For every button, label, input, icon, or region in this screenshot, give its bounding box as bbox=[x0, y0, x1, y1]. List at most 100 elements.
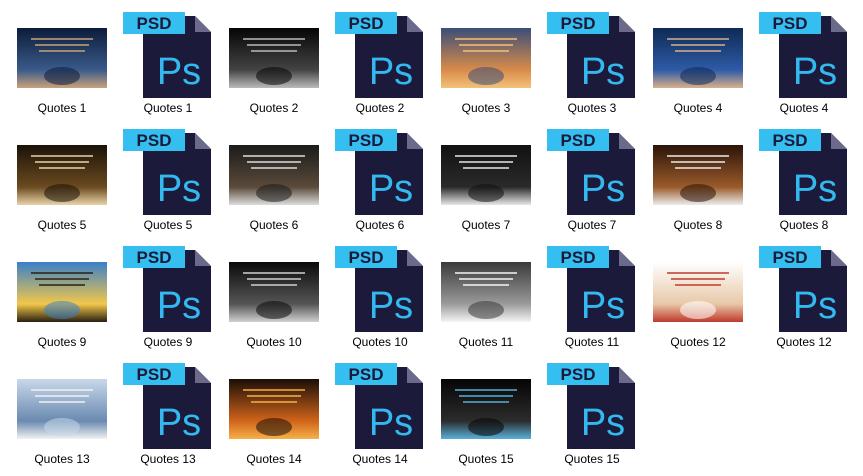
image-file-item[interactable]: Quotes 1 bbox=[9, 4, 115, 120]
photoshop-icon: PSD Ps bbox=[547, 363, 635, 449]
file-name-label: Quotes 14 bbox=[352, 452, 408, 466]
thumbnail-art bbox=[243, 155, 305, 202]
image-file-item[interactable]: Quotes 6 bbox=[221, 121, 327, 237]
image-thumbnail bbox=[221, 121, 327, 217]
psd-file-item[interactable]: PSD Ps Quotes 10 bbox=[327, 238, 433, 354]
image-file-item[interactable]: Quotes 8 bbox=[645, 121, 751, 237]
file-name-label: Quotes 11 bbox=[458, 335, 514, 349]
psd-badge-text: PSD bbox=[137, 365, 172, 384]
ps-logo-text: Ps bbox=[369, 402, 413, 444]
image-thumbnail bbox=[645, 121, 751, 217]
psd-badge-text: PSD bbox=[773, 248, 808, 267]
file-name-label: Quotes 8 bbox=[779, 218, 829, 232]
psd-file-item[interactable]: PSD Ps Quotes 3 bbox=[539, 4, 645, 120]
psd-file-item[interactable]: PSD Ps Quotes 12 bbox=[751, 238, 857, 354]
thumbnail-image bbox=[229, 28, 319, 88]
thumbnail-art bbox=[243, 38, 305, 85]
photoshop-icon: PSD Ps bbox=[547, 246, 635, 332]
psd-file-item[interactable]: PSD Ps Quotes 15 bbox=[539, 355, 645, 471]
ps-logo-text: Ps bbox=[581, 168, 625, 210]
psd-badge-text: PSD bbox=[349, 248, 384, 267]
ps-logo-text: Ps bbox=[793, 168, 837, 210]
psd-file-item[interactable]: PSD Ps Quotes 7 bbox=[539, 121, 645, 237]
file-name-label: Quotes 11 bbox=[564, 335, 620, 349]
psd-file-icon: PSD Ps bbox=[751, 121, 857, 217]
thumbnail-art bbox=[31, 272, 93, 319]
photoshop-icon: PSD Ps bbox=[123, 12, 211, 98]
image-thumbnail bbox=[9, 355, 115, 451]
file-name-label: Quotes 10 bbox=[352, 335, 408, 349]
image-file-item[interactable]: Quotes 3 bbox=[433, 4, 539, 120]
thumbnail-art bbox=[243, 272, 305, 319]
ps-logo-text: Ps bbox=[581, 402, 625, 444]
ps-logo-text: Ps bbox=[157, 285, 201, 327]
psd-badge-text: PSD bbox=[561, 131, 596, 150]
image-file-item[interactable]: Quotes 10 bbox=[221, 238, 327, 354]
psd-file-item[interactable]: PSD Ps Quotes 6 bbox=[327, 121, 433, 237]
file-name-label: Quotes 5 bbox=[143, 218, 193, 232]
image-file-item[interactable]: Quotes 15 bbox=[433, 355, 539, 471]
thumbnail-image bbox=[17, 379, 107, 439]
image-file-item[interactable]: Quotes 2 bbox=[221, 4, 327, 120]
file-name-label: Quotes 2 bbox=[249, 101, 299, 115]
file-name-label: Quotes 13 bbox=[34, 452, 90, 466]
image-file-item[interactable]: Quotes 7 bbox=[433, 121, 539, 237]
thumbnail-art bbox=[31, 155, 93, 202]
file-name-label: Quotes 3 bbox=[567, 101, 617, 115]
ps-logo-text: Ps bbox=[793, 51, 837, 93]
psd-file-icon: PSD Ps bbox=[115, 121, 221, 217]
file-name-label: Quotes 8 bbox=[673, 218, 723, 232]
file-name-label: Quotes 9 bbox=[143, 335, 193, 349]
photoshop-icon: PSD Ps bbox=[335, 246, 423, 332]
psd-file-item[interactable]: PSD Ps Quotes 8 bbox=[751, 121, 857, 237]
psd-file-item[interactable]: PSD Ps Quotes 1 bbox=[115, 4, 221, 120]
image-thumbnail bbox=[433, 238, 539, 334]
thumbnail-image bbox=[441, 379, 531, 439]
file-name-label: Quotes 1 bbox=[143, 101, 193, 115]
psd-badge-text: PSD bbox=[561, 14, 596, 33]
psd-badge-text: PSD bbox=[349, 14, 384, 33]
thumbnail-image bbox=[17, 145, 107, 205]
image-file-item[interactable]: Quotes 11 bbox=[433, 238, 539, 354]
image-thumbnail bbox=[433, 4, 539, 100]
image-thumbnail bbox=[645, 4, 751, 100]
thumbnail-art bbox=[667, 38, 729, 85]
file-name-label: Quotes 1 bbox=[37, 101, 87, 115]
psd-file-icon: PSD Ps bbox=[539, 4, 645, 100]
file-name-label: Quotes 6 bbox=[249, 218, 299, 232]
image-file-item[interactable]: Quotes 12 bbox=[645, 238, 751, 354]
ps-logo-text: Ps bbox=[157, 402, 201, 444]
image-file-item[interactable]: Quotes 13 bbox=[9, 355, 115, 471]
thumbnail-image bbox=[653, 28, 743, 88]
file-name-label: Quotes 2 bbox=[355, 101, 405, 115]
ps-logo-text: Ps bbox=[581, 51, 625, 93]
image-thumbnail bbox=[9, 4, 115, 100]
image-thumbnail bbox=[645, 238, 751, 334]
thumbnail-art bbox=[243, 389, 305, 436]
image-file-item[interactable]: Quotes 5 bbox=[9, 121, 115, 237]
image-thumbnail bbox=[433, 355, 539, 451]
thumbnail-image bbox=[441, 28, 531, 88]
psd-file-item[interactable]: PSD Ps Quotes 14 bbox=[327, 355, 433, 471]
image-file-item[interactable]: Quotes 4 bbox=[645, 4, 751, 120]
psd-file-item[interactable]: PSD Ps Quotes 5 bbox=[115, 121, 221, 237]
psd-file-icon: PSD Ps bbox=[115, 4, 221, 100]
image-file-item[interactable]: Quotes 14 bbox=[221, 355, 327, 471]
ps-logo-text: Ps bbox=[157, 51, 201, 93]
psd-file-item[interactable]: PSD Ps Quotes 11 bbox=[539, 238, 645, 354]
psd-file-item[interactable]: PSD Ps Quotes 13 bbox=[115, 355, 221, 471]
image-thumbnail bbox=[9, 121, 115, 217]
ps-logo-text: Ps bbox=[157, 168, 201, 210]
photoshop-icon: PSD Ps bbox=[547, 12, 635, 98]
psd-file-icon: PSD Ps bbox=[327, 4, 433, 100]
thumbnail-art bbox=[455, 155, 517, 202]
psd-file-item[interactable]: PSD Ps Quotes 2 bbox=[327, 4, 433, 120]
photoshop-icon: PSD Ps bbox=[759, 129, 847, 215]
psd-file-item[interactable]: PSD Ps Quotes 4 bbox=[751, 4, 857, 120]
image-file-item[interactable]: Quotes 9 bbox=[9, 238, 115, 354]
thumbnail-image bbox=[17, 28, 107, 88]
psd-file-item[interactable]: PSD Ps Quotes 9 bbox=[115, 238, 221, 354]
psd-file-icon: PSD Ps bbox=[327, 238, 433, 334]
psd-badge-text: PSD bbox=[773, 131, 808, 150]
psd-file-icon: PSD Ps bbox=[327, 121, 433, 217]
